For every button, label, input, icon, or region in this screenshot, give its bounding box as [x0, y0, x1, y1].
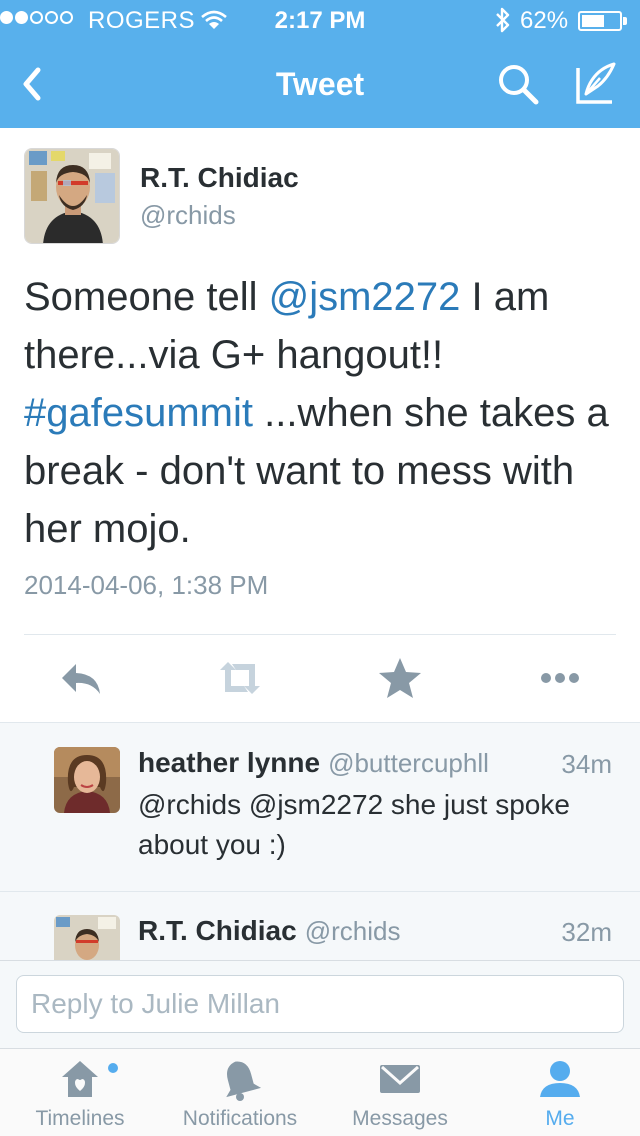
- reply-time: 34m: [561, 749, 612, 779]
- tweet-detail-screen: ROGERS 2:17 PM 62% Tweet R.T. Chidiac @r…: [0, 0, 640, 1136]
- reply-author[interactable]: heather lynne @buttercuphll: [138, 747, 489, 779]
- reply-author-name: heather lynne: [138, 747, 321, 778]
- reply-author-name: R.T. Chidiac: [138, 915, 297, 946]
- bell-icon: [226, 1061, 262, 1101]
- tweet-timestamp: 2014-04-06, 1:38 PM: [24, 570, 269, 600]
- reply-input[interactable]: [16, 975, 624, 1033]
- battery-tip: [623, 17, 627, 25]
- page-title: Tweet: [275, 66, 365, 102]
- compose-icon[interactable]: [570, 58, 620, 108]
- replies-list: heather lynne @buttercuphll 34m @rchids @…: [0, 722, 640, 960]
- status-bar: ROGERS 2:17 PM 62%: [0, 0, 640, 40]
- unread-indicator: [108, 1063, 118, 1073]
- tab-label: Me: [545, 1107, 575, 1130]
- author-handle[interactable]: @rchids: [140, 200, 236, 231]
- tweet-text-part: Someone tell: [24, 275, 269, 319]
- author-name[interactable]: R.T. Chidiac: [140, 162, 299, 194]
- reply-text: @rchids @jsm2272 she just spoke about yo…: [138, 789, 570, 860]
- reply-author-handle: @buttercuphll: [328, 748, 489, 778]
- battery-percent: 62%: [520, 7, 569, 34]
- hashtag-link[interactable]: #gafesummit: [24, 391, 253, 435]
- reply-author[interactable]: R.T. Chidiac @rchids: [138, 915, 400, 947]
- author-avatar[interactable]: [24, 148, 120, 244]
- envelope-icon: [380, 1065, 420, 1093]
- person-icon: [540, 1061, 580, 1097]
- tab-label: Notifications: [182, 1107, 298, 1130]
- reply-icon[interactable]: [56, 654, 104, 702]
- tab-me[interactable]: Me: [480, 1049, 640, 1136]
- home-icon: [62, 1061, 98, 1097]
- reply-item[interactable]: heather lynne @buttercuphll 34m @rchids @…: [0, 723, 640, 892]
- battery-icon: [578, 11, 622, 31]
- tab-label: Timelines: [35, 1107, 125, 1130]
- reply-avatar[interactable]: [54, 747, 120, 813]
- tweet-text: Someone tell @jsm2272 I am there...via G…: [24, 268, 624, 558]
- tab-notifications[interactable]: Notifications: [160, 1049, 320, 1136]
- search-icon[interactable]: [494, 60, 542, 108]
- reply-time: 32m: [561, 917, 612, 947]
- favorite-icon[interactable]: [376, 654, 424, 702]
- reply-item[interactable]: R.T. Chidiac @rchids 32m: [0, 891, 640, 960]
- reply-bar: [0, 960, 640, 1048]
- navigation-bar: Tweet: [0, 40, 640, 128]
- retweet-icon[interactable]: [216, 654, 264, 702]
- mention-link[interactable]: @jsm2272: [269, 275, 461, 319]
- bluetooth-icon: [496, 7, 510, 33]
- tab-label: Messages: [352, 1107, 448, 1130]
- reply-avatar[interactable]: [54, 915, 120, 960]
- tab-messages[interactable]: Messages: [320, 1049, 480, 1136]
- divider: [24, 634, 616, 635]
- battery-fill: [582, 15, 604, 27]
- tab-bar: Timelines Notifications Messages Me: [0, 1048, 640, 1136]
- tab-timelines[interactable]: Timelines: [0, 1049, 160, 1136]
- reply-author-handle: @rchids: [304, 916, 401, 946]
- more-icon[interactable]: [536, 654, 584, 702]
- top-bar: ROGERS 2:17 PM 62% Tweet: [0, 0, 640, 128]
